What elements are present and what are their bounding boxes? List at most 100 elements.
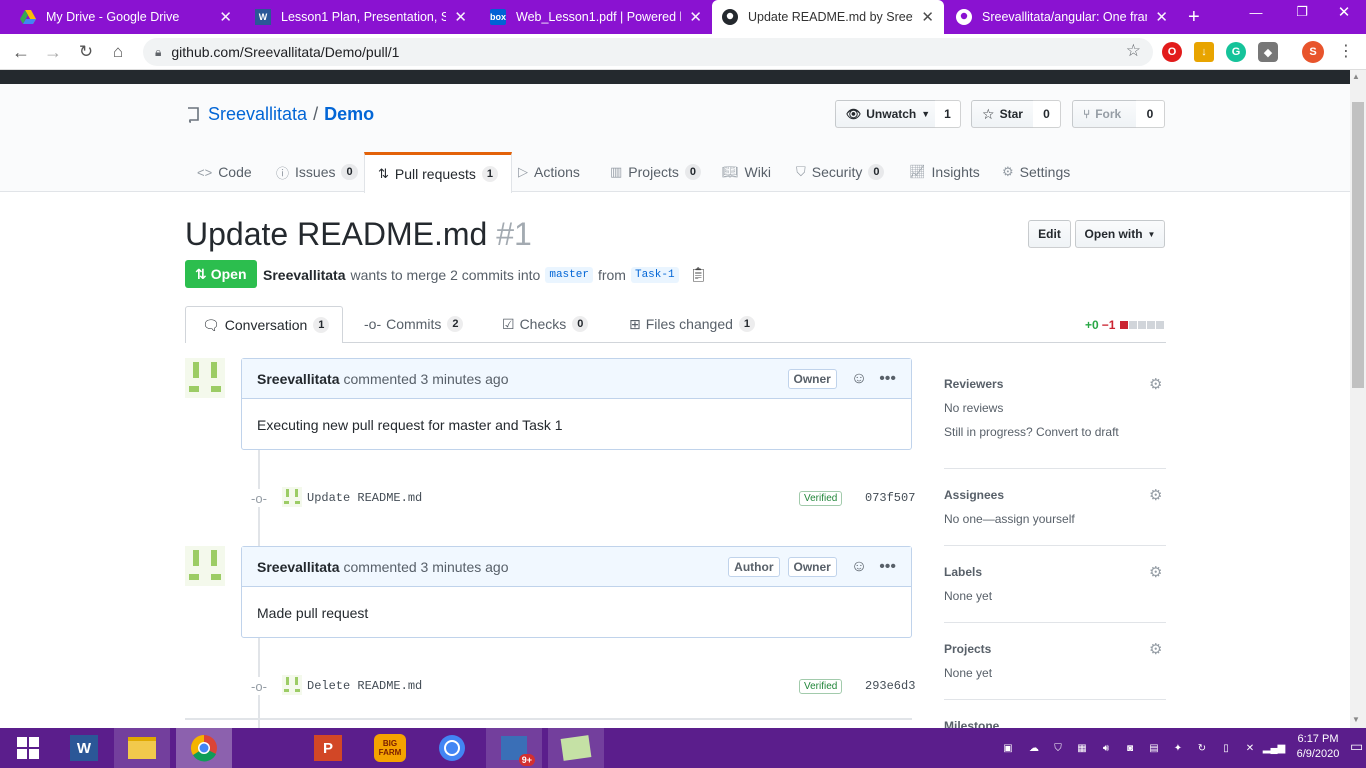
reload-icon[interactable]: ↻	[73, 40, 99, 64]
fork-count[interactable]: 0	[1136, 100, 1165, 128]
close-icon[interactable]: ✕	[219, 8, 232, 26]
open-with-button[interactable]: Open with ▼	[1075, 220, 1165, 248]
browser-tab-update-readme[interactable]: Update README.md by Sreevalli ✕	[712, 0, 944, 34]
commit-sha[interactable]: 073f507	[865, 486, 915, 510]
browser-tab-lesson1[interactable]: W Lesson1 Plan, Presentation, Sou ✕	[245, 0, 477, 34]
window-close-icon[interactable]: ✕	[1322, 0, 1366, 24]
comment-meta[interactable]: commented 3 minutes ago	[344, 559, 509, 575]
tab-issues[interactable]: ⓘ Issues 0	[276, 152, 358, 192]
notification-center-icon[interactable]: ▭	[1350, 738, 1363, 755]
tab-code[interactable]: <> Code	[197, 152, 252, 192]
assign-yourself-link[interactable]: No one—assign yourself	[944, 512, 1166, 526]
avatar[interactable]	[282, 487, 302, 507]
app-taskbar-icon[interactable]: 9+	[486, 728, 542, 768]
tab-checks[interactable]: ☑ Checks 0	[502, 306, 589, 342]
windows-start-icon[interactable]	[0, 728, 56, 768]
browser-tab-web-lesson-pdf[interactable]: box Web_Lesson1.pdf | Powered by ✕	[480, 0, 712, 34]
close-icon[interactable]: ✕	[921, 8, 934, 26]
chrome-profile-taskbar-icon[interactable]	[424, 728, 480, 768]
shield-tray-icon[interactable]: ⛉	[1050, 740, 1066, 756]
minimize-icon[interactable]: —	[1234, 0, 1278, 24]
avatar[interactable]	[185, 358, 225, 398]
chrome-taskbar-icon[interactable]	[176, 728, 232, 768]
word-taskbar-icon[interactable]: W	[56, 728, 112, 768]
battery-icon[interactable]: ▯	[1218, 740, 1234, 756]
volume-icon[interactable]: 🔊︎	[1098, 740, 1114, 756]
forward-arrow-icon[interactable]: →	[40, 40, 66, 64]
app-tray-icon[interactable]: ✦	[1170, 740, 1186, 756]
file-explorer-icon[interactable]	[114, 728, 170, 768]
more-options-icon[interactable]: •••	[879, 370, 896, 388]
restore-icon[interactable]: ❐	[1280, 0, 1324, 24]
fork-button[interactable]: ⑂ Fork	[1072, 100, 1137, 128]
profile-avatar[interactable]: S	[1302, 41, 1324, 63]
gear-icon[interactable]: ⚙	[1149, 563, 1162, 581]
wifi-off-icon[interactable]: ✕	[1242, 740, 1258, 756]
clipboard-icon[interactable]: 📋︎	[690, 266, 708, 283]
head-branch[interactable]: Task-1	[630, 266, 679, 283]
commit-message[interactable]: Update README.md	[307, 486, 422, 510]
tab-settings[interactable]: ⚙ Settings	[1002, 152, 1070, 192]
avatar[interactable]	[185, 546, 225, 586]
scroll-up-icon[interactable]: ▲	[1352, 72, 1360, 81]
download-extension-icon[interactable]: ↓	[1194, 42, 1214, 62]
smiley-icon[interactable]: ☺	[851, 558, 867, 576]
home-icon[interactable]: ⌂	[105, 40, 131, 64]
sidebar-heading[interactable]: Milestone	[944, 719, 1166, 728]
sidebar-heading[interactable]: Reviewers	[944, 377, 1166, 391]
tab-wiki[interactable]: 📖︎ Wiki	[722, 152, 771, 192]
browser-tab-angular[interactable]: Sreevallitata/angular: One frame ✕	[946, 0, 1178, 34]
commit-message[interactable]: Delete README.md	[307, 674, 422, 698]
avatar[interactable]	[282, 675, 302, 695]
tab-pull-requests[interactable]: ⇅ Pull requests 1	[364, 152, 512, 193]
tab-actions[interactable]: ▷ Actions	[518, 152, 580, 192]
close-icon[interactable]: ✕	[1155, 8, 1168, 26]
scrollbar-thumb[interactable]	[1352, 102, 1364, 388]
tab-commits[interactable]: -o- Commits 2	[364, 306, 464, 342]
gear-icon[interactable]: ⚙	[1149, 640, 1162, 658]
shield-extension-icon[interactable]: ◆	[1258, 42, 1278, 62]
convert-to-draft-link[interactable]: Still in progress? Convert to draft	[944, 425, 1166, 439]
menu-dots-icon[interactable]: ⋮	[1338, 41, 1354, 61]
base-branch[interactable]: master	[545, 266, 593, 283]
tab-security[interactable]: ⛉ Security 0	[796, 152, 885, 192]
tab-conversation[interactable]: 🗨︎ Conversation 1	[185, 306, 343, 343]
back-arrow-icon[interactable]: ←	[8, 40, 34, 64]
bookmark-star-icon[interactable]: ☆	[1126, 41, 1141, 61]
tab-projects[interactable]: ▥ Projects 0	[610, 152, 701, 192]
sync-tray-icon[interactable]: ↻	[1194, 740, 1210, 756]
sidebar-heading[interactable]: Labels	[944, 565, 1166, 579]
verified-badge[interactable]: Verified	[799, 677, 843, 694]
sidebar-heading[interactable]: Assignees	[944, 488, 1166, 502]
clock[interactable]: 6:17 PM 6/9/2020	[1292, 732, 1344, 762]
signal-icon[interactable]: ▂▄▆	[1263, 740, 1285, 756]
browser-tab-google-drive[interactable]: My Drive - Google Drive ✕	[10, 0, 242, 34]
comment-meta[interactable]: commented 3 minutes ago	[344, 371, 509, 387]
camera-tray-icon[interactable]: ◙	[1122, 740, 1138, 756]
comment-author[interactable]: Sreevallitata	[257, 371, 340, 387]
sidebar-heading[interactable]: Projects	[944, 642, 1166, 656]
opera-extension-icon[interactable]: O	[1162, 42, 1182, 62]
powerpoint-taskbar-icon[interactable]: P	[300, 728, 356, 768]
commit-sha[interactable]: 293e6d3	[865, 674, 915, 698]
zoom-tray-icon[interactable]: ▣	[1000, 740, 1016, 756]
new-tab-icon[interactable]: +	[1188, 6, 1200, 29]
network-tray-icon[interactable]: ▦	[1074, 740, 1090, 756]
tab-files-changed[interactable]: ⊞ Files changed 1	[629, 306, 756, 342]
smiley-icon[interactable]: ☺	[851, 370, 867, 388]
close-icon[interactable]: ✕	[689, 8, 702, 26]
watch-count[interactable]: 1	[935, 100, 961, 128]
gear-icon[interactable]: ⚙	[1149, 486, 1162, 504]
cloud-tray-icon[interactable]: ☁	[1026, 740, 1042, 756]
close-icon[interactable]: ✕	[454, 8, 467, 26]
grammarly-extension-icon[interactable]: G	[1226, 42, 1246, 62]
big-farm-game-icon[interactable]: BIG FARM	[362, 728, 418, 768]
scroll-down-icon[interactable]: ▼	[1352, 715, 1360, 724]
star-count[interactable]: 0	[1033, 100, 1061, 128]
comment-author[interactable]: Sreevallitata	[257, 559, 340, 575]
verified-badge[interactable]: Verified	[799, 489, 843, 506]
unwatch-button[interactable]: 👁︎ Unwatch ▼	[835, 100, 936, 128]
star-button[interactable]: ☆ Star	[971, 100, 1034, 128]
edit-button[interactable]: Edit	[1028, 220, 1071, 248]
gear-icon[interactable]: ⚙	[1149, 375, 1162, 393]
